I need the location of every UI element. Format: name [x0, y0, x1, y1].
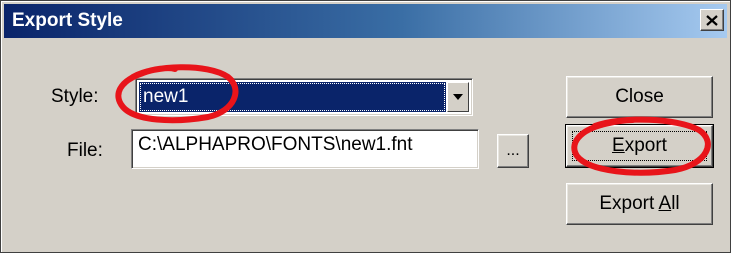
style-combobox[interactable]: new1: [135, 78, 473, 116]
close-button[interactable]: Close: [566, 76, 713, 118]
file-path-field[interactable]: C:\ALPHAPRO\FONTS\new1.fnt: [131, 129, 479, 169]
combo-dropdown-button[interactable]: [447, 82, 469, 112]
focus-rectangle: [572, 131, 707, 161]
style-selected-value: new1: [139, 82, 446, 112]
export-button[interactable]: Export: [565, 124, 714, 168]
window-title: Export Style: [12, 10, 123, 31]
export-all-button[interactable]: Export All: [566, 183, 713, 225]
file-label: File:: [67, 140, 103, 161]
export-style-dialog: Export Style Style: new1 File: C:\ALPHAP…: [0, 0, 731, 253]
title-bar[interactable]: Export Style: [4, 4, 727, 38]
close-button-label: Close: [615, 86, 664, 107]
x-glyph-icon: [706, 14, 718, 26]
browse-button-label: ...: [506, 142, 520, 159]
chevron-down-icon: [453, 94, 463, 100]
file-path-value: C:\ALPHAPRO\FONTS\new1.fnt: [138, 134, 413, 155]
browse-button[interactable]: ...: [497, 134, 529, 168]
close-icon[interactable]: [700, 9, 724, 31]
style-label: Style:: [51, 86, 99, 107]
export-all-button-label: Export All: [599, 193, 680, 214]
